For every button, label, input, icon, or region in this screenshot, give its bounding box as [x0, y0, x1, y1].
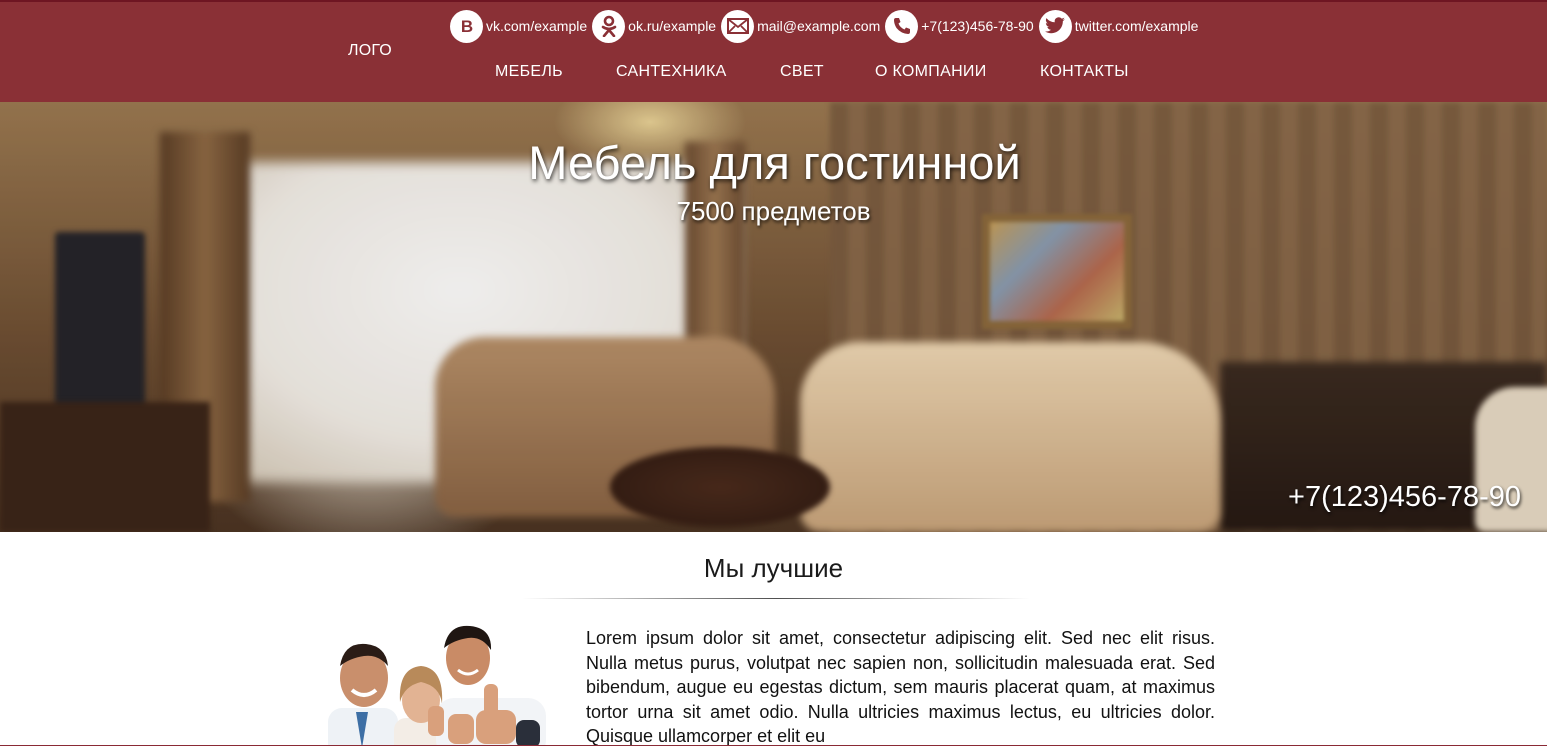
- twitter-icon: [1038, 9, 1072, 43]
- contact-phone[interactable]: +7(123)456-78-90: [885, 9, 1034, 43]
- site-header: ЛОГО B vk.com/example ok.ru/example mail…: [0, 2, 1547, 102]
- about-title: Мы лучшие: [703, 553, 844, 583]
- about-divider: [522, 598, 1030, 599]
- svg-text:B: B: [460, 17, 472, 36]
- vk-icon: B: [450, 9, 483, 43]
- page: ЛОГО B vk.com/example ok.ru/example mail…: [0, 0, 1547, 746]
- nav-item-contacts[interactable]: КОНТАКТЫ: [1040, 63, 1140, 83]
- nav-item-furniture[interactable]: МЕБЕЛЬ: [495, 63, 616, 83]
- about-text: Lorem ipsum dolor sit amet, consectetur …: [586, 628, 1215, 746]
- team-photo: [316, 620, 556, 745]
- contact-vk-text: vk.com/example: [486, 18, 588, 34]
- main-nav: МЕБЕЛЬ САНТЕХНИКА СВЕТ О КОМПАНИИ КОНТАК…: [495, 63, 1140, 83]
- contact-twitter-text: twitter.com/example: [1074, 18, 1199, 34]
- contact-phone-text: +7(123)456-78-90: [921, 18, 1034, 34]
- hero-title-text: Мебель для гостинной: [528, 136, 1021, 189]
- logo[interactable]: ЛОГО: [348, 42, 392, 60]
- hero-banner: Мебель для гостинной 7500 предметов +7(1…: [0, 102, 1547, 532]
- contact-mail-text: mail@example.com: [757, 18, 881, 34]
- hero-title: Мебель для гостинной: [0, 135, 1547, 190]
- mail-icon: [721, 9, 755, 43]
- contact-vk[interactable]: B vk.com/example: [450, 9, 588, 43]
- odnoklassniki-icon: [592, 9, 626, 43]
- nav-item-plumbing[interactable]: САНТЕХНИКА: [616, 63, 780, 83]
- hero-phone[interactable]: +7(123)456-78-90: [1288, 481, 1521, 514]
- hero-subtitle: 7500 предметов: [676, 196, 871, 226]
- contacts-bar: B vk.com/example ok.ru/example mail@exam…: [450, 9, 1203, 43]
- nav-item-lighting[interactable]: СВЕТ: [780, 63, 875, 83]
- contact-twitter[interactable]: twitter.com/example: [1038, 9, 1199, 43]
- contact-mail[interactable]: mail@example.com: [721, 9, 881, 43]
- phone-icon: [885, 9, 919, 43]
- contact-ok[interactable]: ok.ru/example: [592, 9, 717, 43]
- contact-ok-text: ok.ru/example: [628, 18, 717, 34]
- nav-item-about[interactable]: О КОМПАНИИ: [875, 63, 1040, 83]
